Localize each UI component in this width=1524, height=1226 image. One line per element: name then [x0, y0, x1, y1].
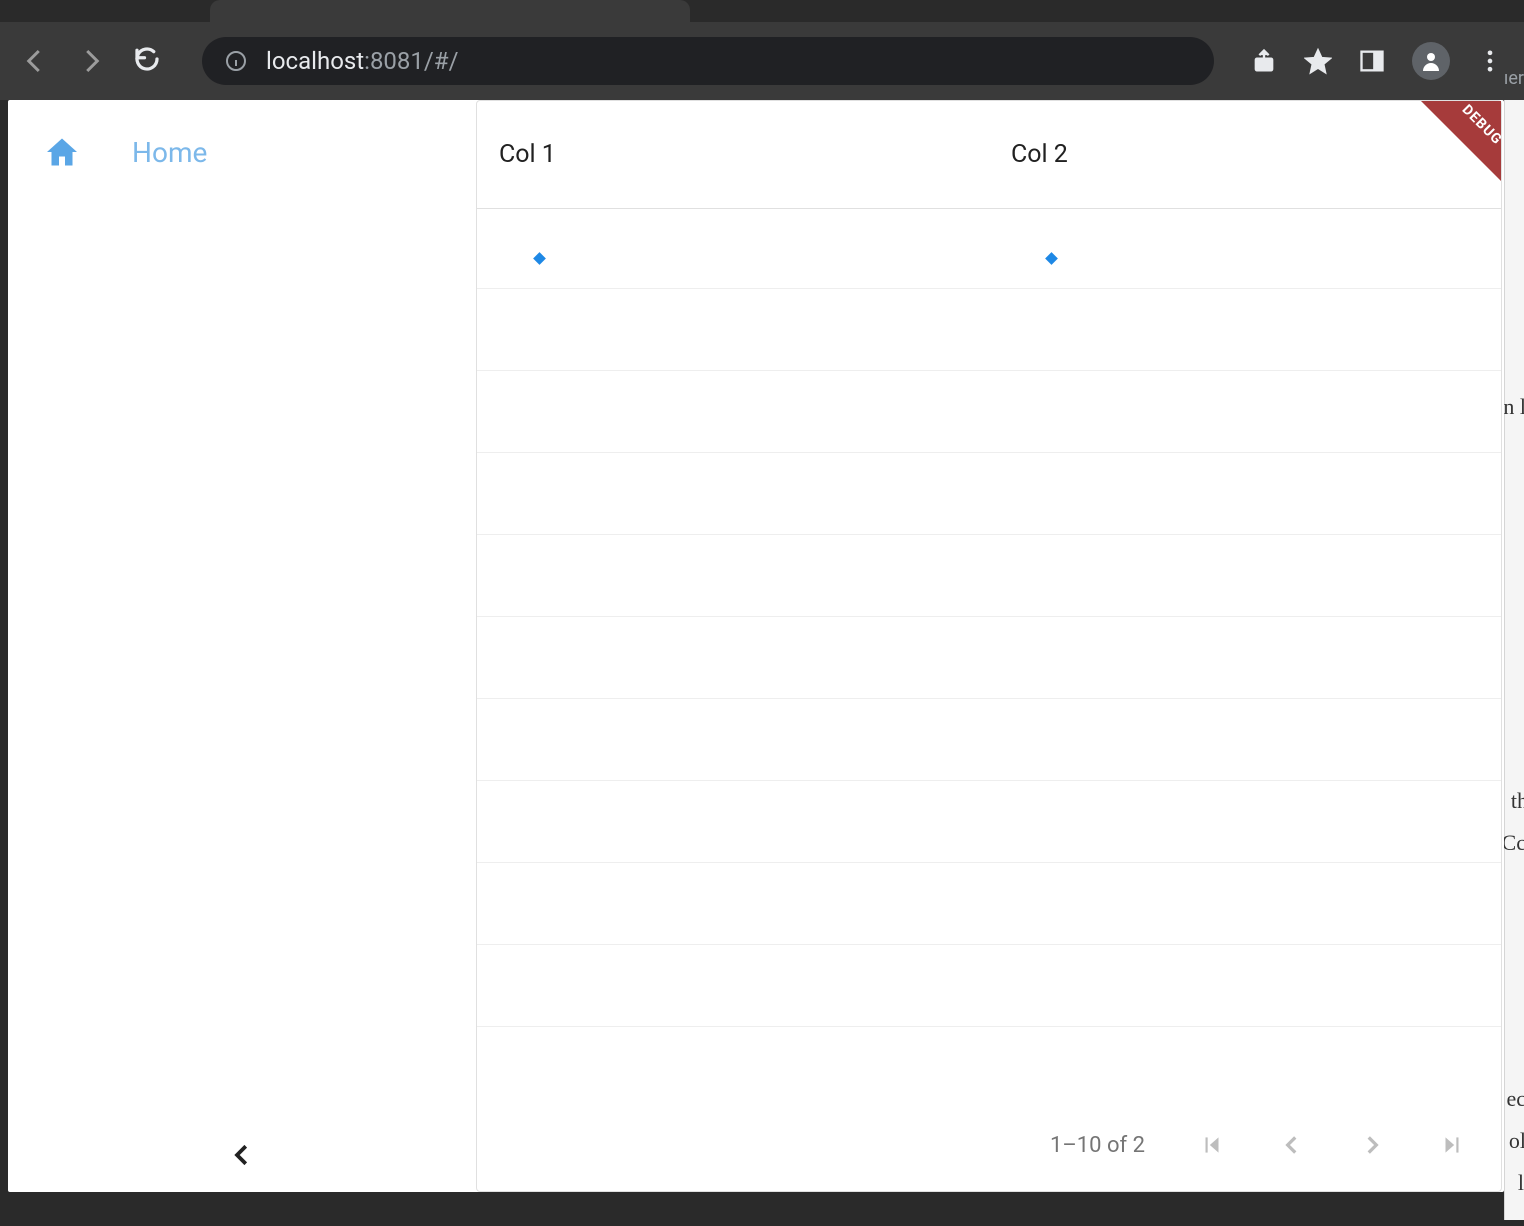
app-viewport: Home DEBUG Col 1 Col 2	[8, 100, 1504, 1192]
url-text: localhost:8081/#/	[266, 47, 458, 75]
table-cell	[989, 371, 1501, 452]
table-cell	[477, 371, 989, 452]
table-pagination: 1–10 of 2	[477, 1099, 1501, 1191]
last-page-button[interactable]	[1439, 1132, 1465, 1158]
table-row[interactable]	[477, 535, 1501, 617]
table-cell	[989, 617, 1501, 698]
table-cell	[477, 289, 989, 370]
table-cell	[477, 699, 989, 780]
column-header[interactable]: Col 1	[477, 140, 989, 169]
table-cell	[477, 863, 989, 944]
bg-fragment: ec	[1506, 1086, 1524, 1112]
bg-fragment: l	[1518, 1170, 1524, 1196]
home-icon	[44, 134, 80, 170]
table-body	[477, 209, 1501, 1099]
table-cell	[989, 289, 1501, 370]
bg-fragment: n l	[1503, 394, 1524, 420]
bookmark-icon[interactable]	[1304, 47, 1332, 75]
table-row[interactable]	[477, 617, 1501, 699]
marker-icon	[1045, 252, 1058, 265]
table-cell	[989, 535, 1501, 616]
url-path: :8081/#/	[364, 47, 458, 75]
sidebar-item-home[interactable]: Home	[8, 124, 476, 180]
table-row[interactable]	[477, 453, 1501, 535]
prev-page-button[interactable]	[1279, 1132, 1305, 1158]
bg-fragment: ol	[1509, 1128, 1524, 1154]
table-cell	[989, 699, 1501, 780]
address-bar[interactable]: localhost:8081/#/	[202, 37, 1214, 85]
sidebar: Home	[8, 100, 476, 1192]
table-row[interactable]	[477, 209, 1501, 289]
first-page-button[interactable]	[1199, 1132, 1225, 1158]
reload-button[interactable]	[132, 44, 162, 78]
background-window	[1504, 100, 1524, 1220]
share-icon[interactable]	[1250, 47, 1278, 75]
table-row[interactable]	[477, 699, 1501, 781]
bg-fragment: ıer	[1504, 68, 1524, 89]
sidebar-item-label: Home	[132, 136, 207, 169]
bg-fragment: th	[1511, 788, 1524, 814]
collapse-sidebar-button[interactable]	[8, 1140, 476, 1170]
pagination-range: 1–10 of 2	[1050, 1133, 1145, 1158]
back-button[interactable]	[20, 46, 50, 76]
table-cell	[989, 781, 1501, 862]
browser-tabstrip	[0, 0, 1524, 22]
table-cell	[989, 863, 1501, 944]
url-host: localhost	[266, 47, 364, 75]
table-header: Col 1 Col 2	[477, 101, 1501, 209]
table-row[interactable]	[477, 781, 1501, 863]
table-cell	[477, 617, 989, 698]
table-row[interactable]	[477, 945, 1501, 1027]
table-row[interactable]	[477, 289, 1501, 371]
browser-tab[interactable]	[210, 0, 690, 22]
table-row[interactable]	[477, 863, 1501, 945]
table-cell	[477, 781, 989, 862]
profile-avatar[interactable]	[1412, 42, 1450, 80]
table-cell	[477, 535, 989, 616]
browser-toolbar: localhost:8081/#/	[0, 22, 1524, 100]
table-cell	[989, 453, 1501, 534]
bg-fragment: Cc	[1502, 830, 1524, 856]
table-row[interactable]	[477, 371, 1501, 453]
site-info-icon[interactable]	[224, 49, 248, 73]
table-cell	[477, 945, 989, 1026]
panel-icon[interactable]	[1358, 47, 1386, 75]
next-page-button[interactable]	[1359, 1132, 1385, 1158]
table-cell	[989, 209, 1501, 288]
main-content: DEBUG Col 1 Col 2 1–10 of 2	[476, 100, 1502, 1192]
marker-icon	[533, 252, 546, 265]
table-cell	[477, 209, 989, 288]
menu-icon[interactable]	[1476, 47, 1504, 75]
forward-button[interactable]	[76, 46, 106, 76]
table-cell	[477, 453, 989, 534]
table-cell	[989, 945, 1501, 1026]
